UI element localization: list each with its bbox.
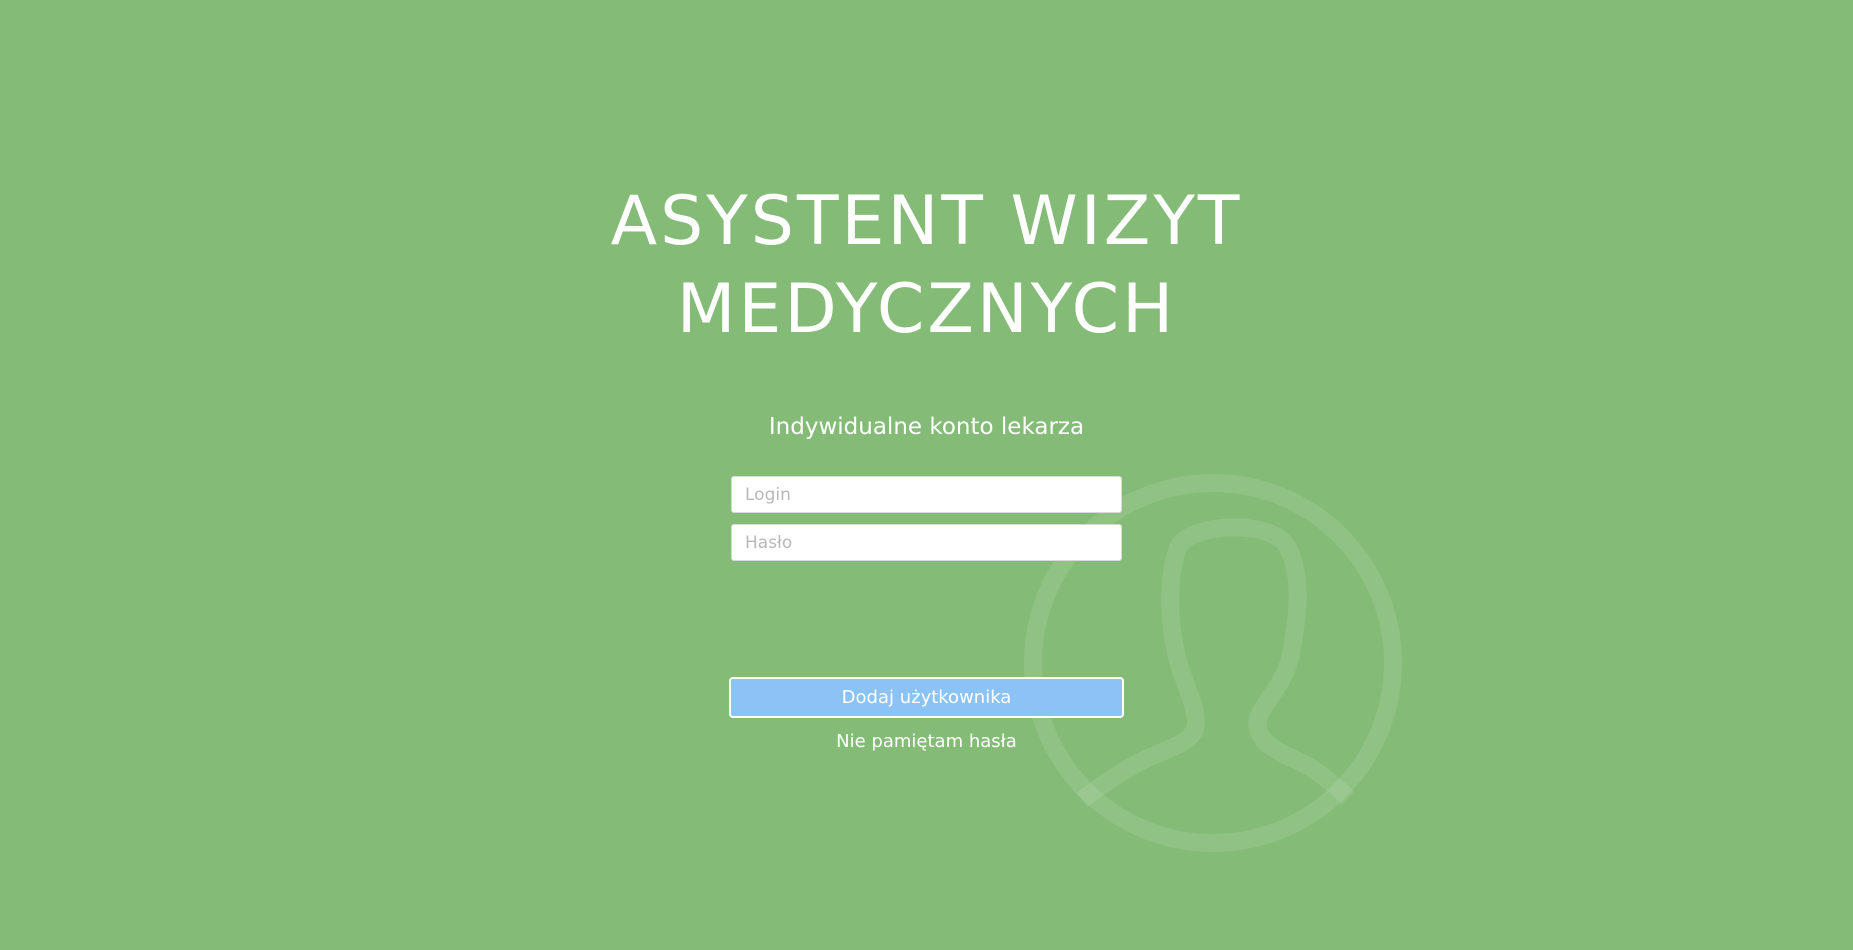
- add-user-button[interactable]: Dodaj użytkownika: [729, 677, 1124, 718]
- password-input[interactable]: [731, 524, 1122, 561]
- account-type-subtitle: Indywidualne konto lekarza: [768, 414, 1085, 440]
- forgot-password-row: Nie pamiętam hasła: [0, 731, 1853, 752]
- app-title: ASYSTENT WIZYT MEDYCZNYCH: [0, 178, 1853, 354]
- app-title-line-1: ASYSTENT WIZYT: [610, 182, 1243, 261]
- app-title-line-2: MEDYCZNYCH: [676, 270, 1177, 349]
- forgot-password-link[interactable]: Nie pamiętam hasła: [836, 731, 1017, 752]
- login-input[interactable]: [731, 476, 1122, 513]
